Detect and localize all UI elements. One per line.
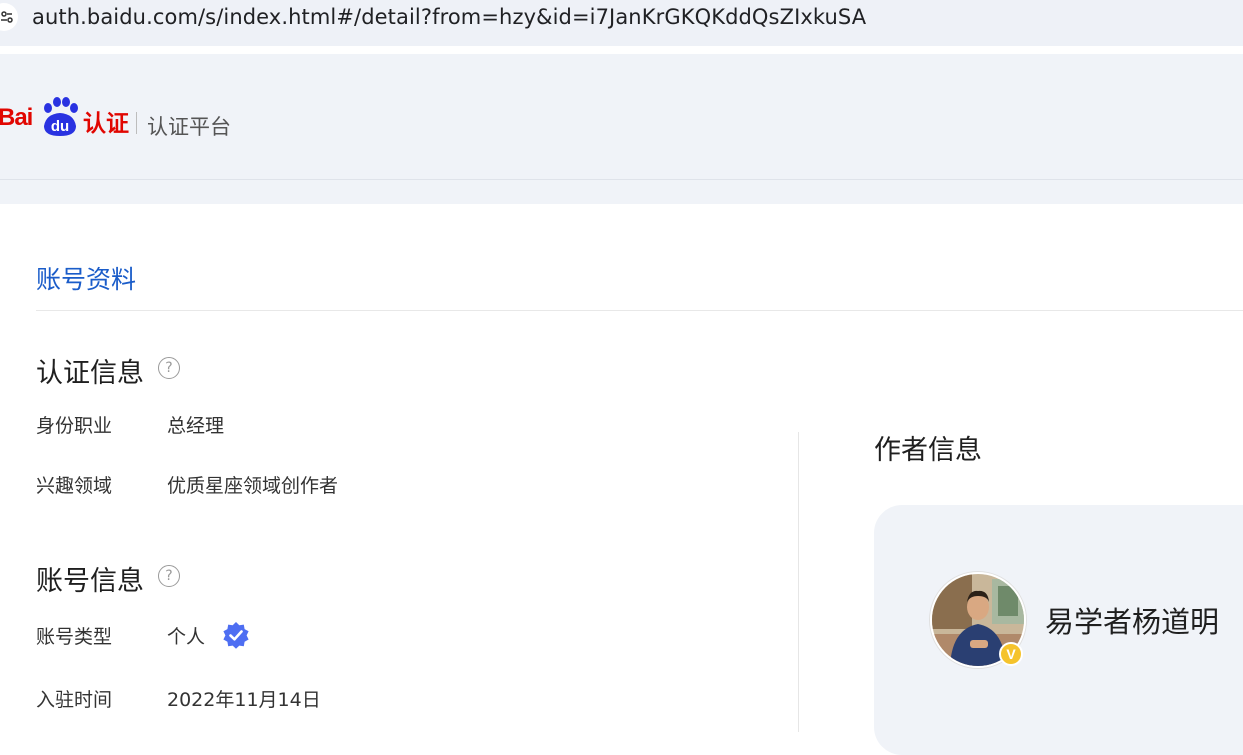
site-header: Bai du 认证 认证平台 — [0, 54, 1243, 180]
verified-v-badge-icon: V — [999, 642, 1023, 666]
join-date-value: 2022年11月14日 — [167, 689, 321, 711]
verified-check-icon — [223, 622, 249, 649]
tab-divider — [36, 310, 1243, 311]
baidu-paw-icon: du — [44, 97, 78, 136]
account-type-value: 个人 — [167, 626, 206, 648]
content-divider — [798, 432, 799, 732]
browser-url-bar[interactable]: auth.baidu.com/s/index.html#/detail?from… — [0, 0, 1243, 52]
account-info-title: 账号信息 — [36, 566, 144, 597]
header-spacer — [0, 180, 1243, 204]
site-info-icon[interactable] — [0, 3, 18, 31]
url-text[interactable]: auth.baidu.com/s/index.html#/detail?from… — [32, 5, 866, 29]
author-info-title: 作者信息 — [874, 435, 982, 466]
cert-info-help-icon[interactable]: ? — [158, 357, 180, 379]
cert-occupation-value: 总经理 — [167, 415, 225, 437]
cert-occupation-label: 身份职业 — [36, 415, 113, 437]
join-date-label: 入驻时间 — [36, 689, 113, 711]
cert-interest-value: 优质星座领域创作者 — [167, 475, 339, 497]
tab-account-profile[interactable]: 账号资料 — [36, 260, 136, 296]
logo-du-text: du — [51, 118, 69, 135]
cert-info-title: 认证信息 — [36, 358, 144, 389]
cert-interest-label: 兴趣领域 — [36, 475, 113, 497]
platform-title: 认证平台 — [147, 115, 231, 139]
author-name[interactable]: 易学者杨道明 — [1045, 599, 1219, 641]
logo-renzheng-text: 认证 — [83, 111, 129, 137]
baidu-renzheng-logo[interactable]: Bai du 认证 — [0, 96, 130, 140]
logo-divider — [136, 112, 137, 134]
v-badge-text: V — [1006, 646, 1016, 662]
account-type-label: 账号类型 — [36, 626, 113, 648]
logo-bai-text: Bai — [0, 104, 33, 131]
account-info-help-icon[interactable]: ? — [158, 565, 180, 587]
